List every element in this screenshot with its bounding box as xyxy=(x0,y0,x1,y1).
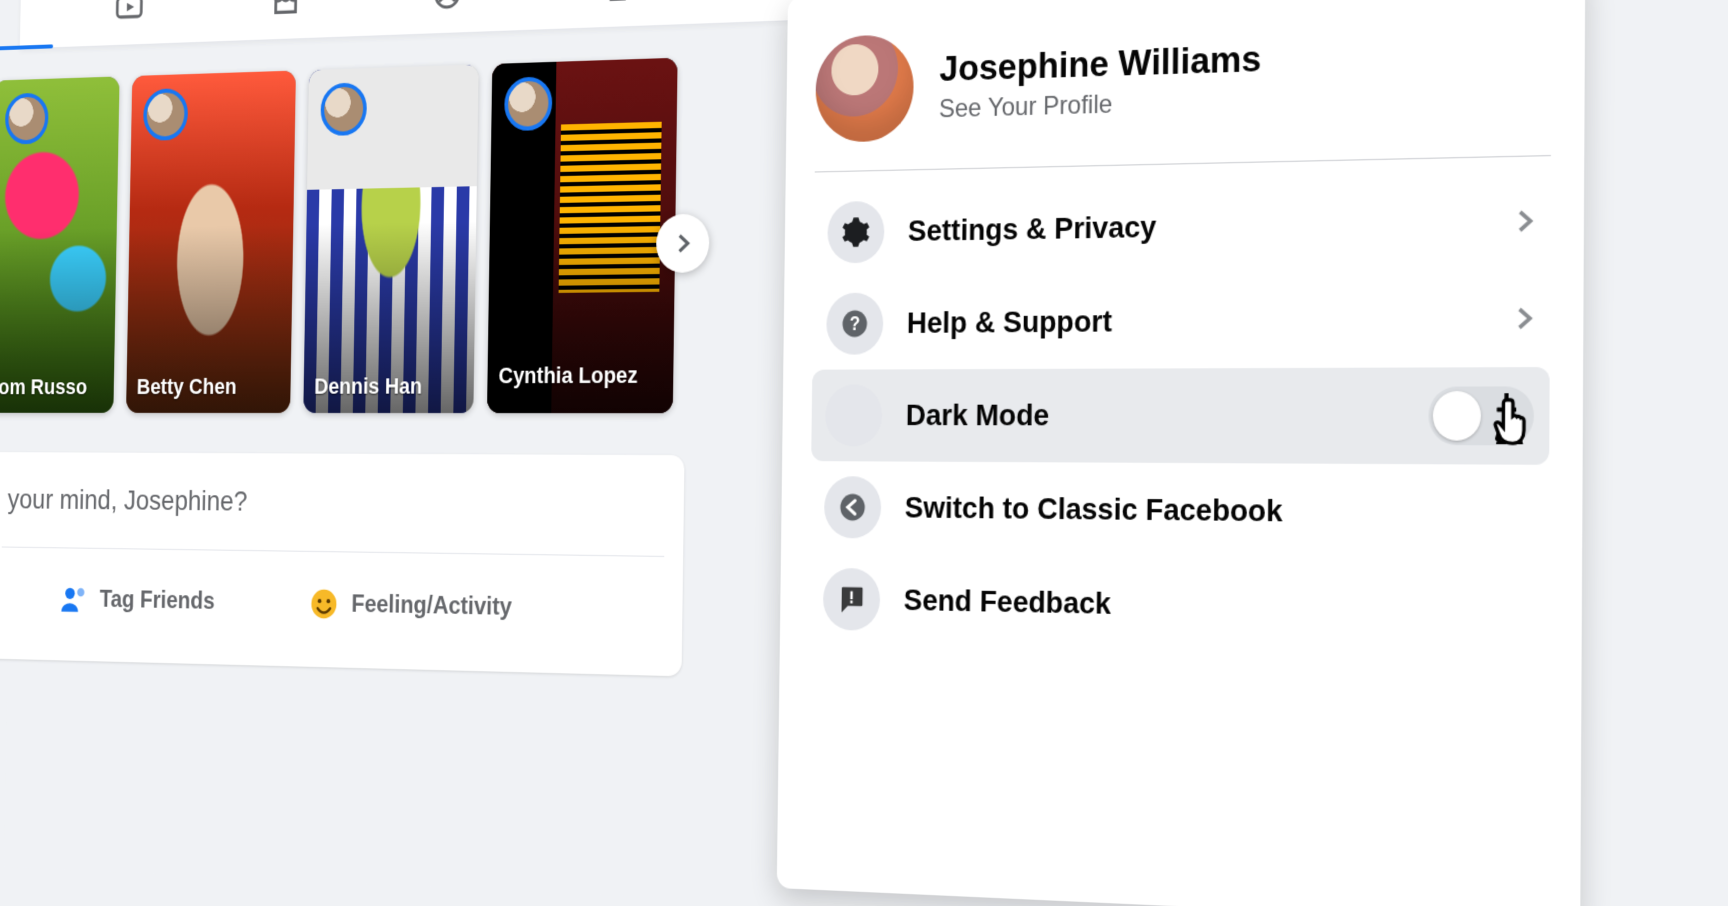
gaming-icon[interactable] xyxy=(593,0,635,9)
dark-mode-item[interactable]: Dark Mode xyxy=(811,367,1550,465)
story-card[interactable]: Dennis Han xyxy=(303,64,478,413)
feed-area: om Russo Betty Chen Dennis Han Cynthia L… xyxy=(4,34,768,902)
tag-friends-button[interactable]: Tag Friends xyxy=(59,569,216,632)
arrow-left-icon xyxy=(824,476,882,539)
moon-icon xyxy=(825,384,883,446)
stories-next-button[interactable] xyxy=(656,214,710,273)
avatar xyxy=(815,34,914,143)
chevron-right-icon xyxy=(1508,302,1539,334)
story-card[interactable]: Cynthia Lopez xyxy=(487,58,678,413)
feeling-activity-button[interactable]: Feeling/Activity xyxy=(308,573,512,639)
question-icon: ? xyxy=(826,293,883,355)
story-card[interactable]: Betty Chen xyxy=(126,71,296,413)
tag-friends-label: Tag Friends xyxy=(99,586,214,616)
cursor-icon xyxy=(1487,390,1538,449)
story-author: Cynthia Lopez xyxy=(498,363,662,389)
feedback-icon xyxy=(823,568,881,631)
story-card[interactable]: om Russo xyxy=(0,76,120,412)
help-support-item[interactable]: ? Help & Support xyxy=(812,269,1550,369)
dark-mode-toggle[interactable] xyxy=(1428,386,1534,445)
menu-label: Switch to Classic Facebook xyxy=(905,491,1283,530)
toggle-knob xyxy=(1433,391,1481,441)
settings-privacy-item[interactable]: Settings & Privacy xyxy=(813,172,1550,278)
feeling-icon xyxy=(309,586,340,621)
account-menu-panel: Josephine Williams See Your Profile Sett… xyxy=(777,0,1586,906)
story-author: om Russo xyxy=(0,375,104,399)
see-profile-label: See Your Profile xyxy=(939,85,1261,124)
gear-icon xyxy=(827,201,884,264)
tag-friends-icon xyxy=(59,582,88,616)
chevron-right-icon xyxy=(1508,205,1539,237)
menu-label: Settings & Privacy xyxy=(908,210,1157,249)
menu-label: Send Feedback xyxy=(904,583,1112,622)
feeling-label: Feeling/Activity xyxy=(351,590,512,622)
user-name: Josephine Williams xyxy=(939,38,1261,90)
profile-link[interactable]: Josephine Williams See Your Profile xyxy=(815,6,1552,148)
menu-label: Dark Mode xyxy=(906,398,1050,433)
story-author: Betty Chen xyxy=(137,374,281,399)
divider xyxy=(2,547,664,557)
menu-label: Help & Support xyxy=(907,304,1113,340)
composer-prompt[interactable]: your mind, Josephine? xyxy=(7,484,247,518)
svg-text:?: ? xyxy=(849,313,860,334)
marketplace-icon[interactable] xyxy=(266,0,305,21)
groups-icon[interactable] xyxy=(427,0,467,15)
story-author: Dennis Han xyxy=(314,374,463,399)
post-composer: your mind, Josephine? Tag Friends Feelin… xyxy=(0,452,685,676)
video-icon[interactable] xyxy=(110,0,148,28)
divider xyxy=(815,155,1551,173)
send-feedback-item[interactable]: Send Feedback xyxy=(809,553,1549,661)
switch-classic-item[interactable]: Switch to Classic Facebook xyxy=(810,461,1549,563)
active-tab-underline xyxy=(0,44,53,50)
